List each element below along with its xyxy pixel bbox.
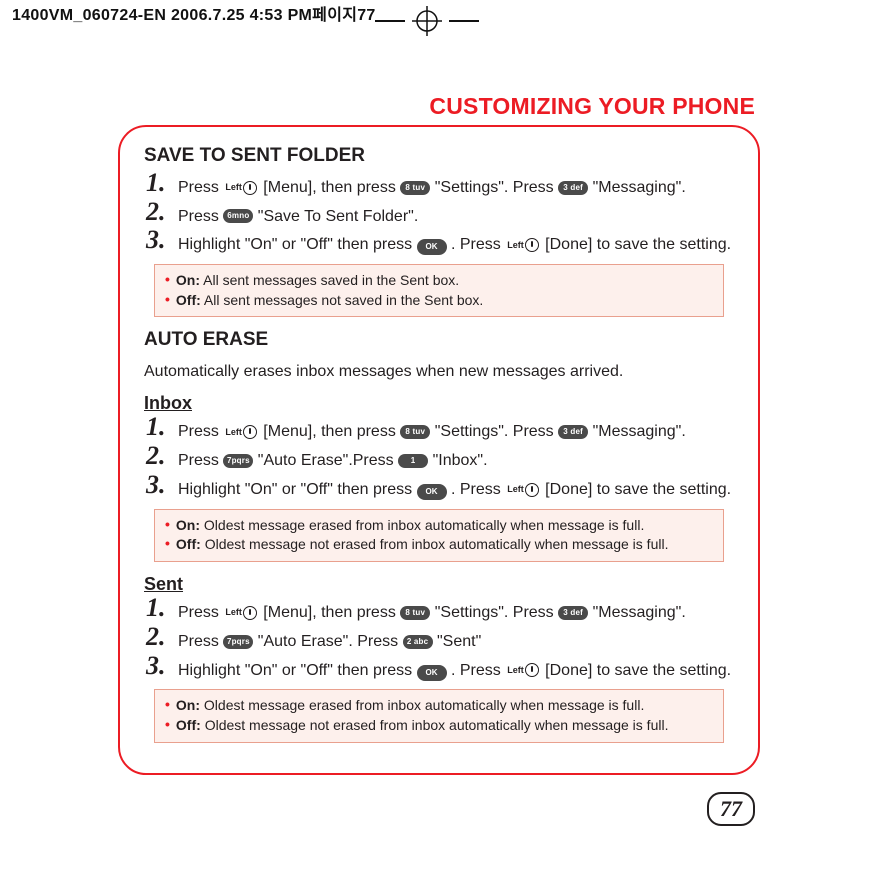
content-card: SAVE TO SENT FOLDER Press Left [Menu], t… [118,125,760,775]
left-softkey-icon: Left [225,606,257,620]
step-list: Press Left [Menu], then press 8 tuv "Set… [144,601,734,683]
key-2-icon: 2 abc [403,635,433,649]
step: Highlight "On" or "Off" then press OK . … [144,659,734,684]
ok-key-icon: OK [417,239,447,255]
key-7-icon: 7pqrs [223,454,253,468]
key-1-icon: 1 [398,454,428,468]
step: Press Left [Menu], then press 8 tuv "Set… [144,601,734,626]
subsection-title: Sent [144,574,734,595]
note-box: •On: All sent messages saved in the Sent… [154,264,724,317]
left-softkey-icon: Left [225,181,257,195]
page-title: CUSTOMIZING YOUR PHONE [429,95,755,118]
left-softkey-icon: Left [507,663,539,677]
step: Press Left [Menu], then press 8 tuv "Set… [144,420,734,445]
step: Highlight "On" or "Off" then press OK . … [144,478,734,503]
note-box: •On: Oldest message erased from inbox au… [154,689,724,742]
left-softkey-icon: Left [225,425,257,439]
key-8-icon: 8 tuv [400,425,430,439]
step: Press 6mno "Save To Sent Folder". [144,205,734,230]
section-title: SAVE TO SENT FOLDER [144,145,734,168]
key-3-icon: 3 def [558,606,588,620]
step: Press Left [Menu], then press 8 tuv "Set… [144,176,734,201]
step-list: Press Left [Menu], then press 8 tuv "Set… [144,420,734,502]
key-3-icon: 3 def [558,425,588,439]
note-box: •On: Oldest message erased from inbox au… [154,509,724,562]
key-7-icon: 7pqrs [223,635,253,649]
ok-key-icon: OK [417,484,447,500]
step: Press 7pqrs "Auto Erase".Press 1 "Inbox"… [144,449,734,474]
step: Highlight "On" or "Off" then press OK . … [144,233,734,258]
key-8-icon: 8 tuv [400,606,430,620]
subsection-title: Inbox [144,393,734,414]
left-softkey-icon: Left [507,238,539,252]
page-number: 77 [707,792,755,826]
key-8-icon: 8 tuv [400,181,430,195]
section-lead: Automatically erases inbox messages when… [144,360,734,383]
step-list: Press Left [Menu], then press 8 tuv "Set… [144,176,734,258]
key-6-icon: 6mno [223,209,253,223]
print-header: 1400VM_060724-EN 2006.7.25 4:53 PM페이지77 [12,8,376,24]
step: Press 7pqrs "Auto Erase". Press 2 abc "S… [144,630,734,655]
left-softkey-icon: Left [507,483,539,497]
key-3-icon: 3 def [558,181,588,195]
registration-mark [405,10,449,32]
section-title: AUTO ERASE [144,329,734,352]
ok-key-icon: OK [417,665,447,681]
